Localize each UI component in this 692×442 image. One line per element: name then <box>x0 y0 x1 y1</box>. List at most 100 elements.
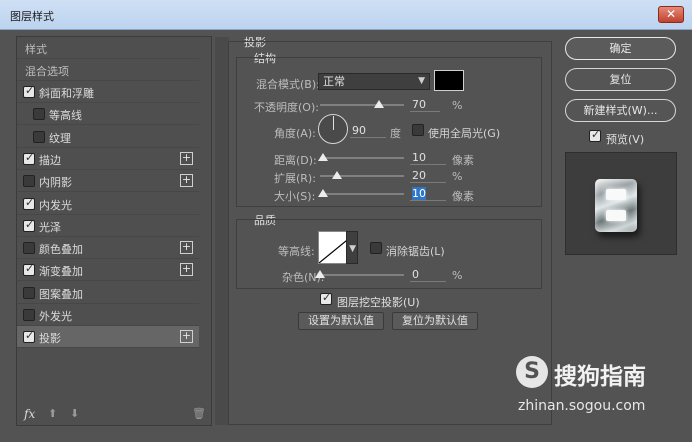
shadow-color-swatch[interactable] <box>434 70 464 91</box>
preview-label: 预览(V) <box>606 133 645 146</box>
title-bar: 图层样式 ✕ <box>0 0 692 30</box>
style-item-label: 光泽 <box>39 220 61 234</box>
noise-unit: % <box>452 269 463 282</box>
preview-checkbox[interactable] <box>589 128 601 142</box>
spread-label: 扩展(R): <box>274 172 316 185</box>
style-item-checkbox[interactable] <box>33 130 45 143</box>
style-item[interactable]: 描边 + <box>17 148 199 170</box>
distance-slider-thumb[interactable] <box>318 153 329 161</box>
style-item-checkbox[interactable] <box>33 108 45 121</box>
style-item-label: 外发光 <box>39 310 72 323</box>
opacity-input[interactable]: 70 <box>410 98 440 112</box>
distance-slider[interactable] <box>320 157 404 159</box>
global-light-label: 使用全局光(G) <box>428 127 501 140</box>
angle-label: 角度(A): <box>274 127 316 140</box>
reset-button[interactable]: 复位 <box>565 68 676 91</box>
move-down-icon[interactable]: ⬇ <box>70 407 79 420</box>
size-unit: 像素 <box>452 190 474 203</box>
style-item-label: 内阴影 <box>39 176 72 190</box>
new-style-button[interactable]: 新建样式(W)... <box>565 99 676 122</box>
chevron-down-icon: ▼ <box>349 244 356 254</box>
style-item-label: 渐变叠加 <box>39 265 83 279</box>
style-preview <box>565 152 677 255</box>
opacity-unit: % <box>452 99 463 112</box>
add-icon[interactable]: + <box>180 330 193 344</box>
window-title: 图层样式 <box>10 10 54 23</box>
styles-list: 样式 混合选项 斜面和浮雕等高线纹理描边 + 内阴影 + 内发光光泽颜色叠加 + 渐变叠加 +… <box>16 36 229 426</box>
spread-slider-thumb[interactable] <box>331 171 342 179</box>
style-item[interactable]: 内阴影 + <box>17 170 199 193</box>
watermark: S 搜狗指南 zhinan.sogou.com <box>512 354 682 424</box>
sogou-logo-icon: S <box>516 356 548 388</box>
style-item[interactable]: 内发光 <box>17 193 199 215</box>
style-item-label: 投影 <box>39 332 61 346</box>
style-item[interactable]: 渐变叠加 + <box>17 259 199 282</box>
noise-slider[interactable] <box>320 274 404 276</box>
style-item-checkbox[interactable] <box>23 286 35 299</box>
move-up-icon[interactable]: ⬆ <box>48 407 57 420</box>
add-icon[interactable]: + <box>180 241 193 255</box>
noise-slider-thumb[interactable] <box>315 270 325 278</box>
styles-list-scrollbar[interactable] <box>215 37 229 425</box>
add-icon[interactable]: + <box>180 263 193 277</box>
opacity-label: 不透明度(O): <box>254 101 319 114</box>
contour-dropdown[interactable]: ▼ <box>346 231 358 264</box>
style-item-checkbox[interactable] <box>23 309 35 321</box>
style-item[interactable]: 图案叠加 <box>17 282 199 304</box>
fx-button[interactable]: fx <box>24 407 35 421</box>
antialias-label: 消除锯齿(L) <box>386 245 445 258</box>
ok-button[interactable]: 确定 <box>565 37 676 60</box>
add-icon[interactable]: + <box>180 174 193 188</box>
angle-unit: 度 <box>390 127 401 140</box>
delete-icon[interactable]: 🗑 <box>192 407 206 420</box>
contour-label: 等高线: <box>278 245 315 258</box>
style-item[interactable]: 等高线 <box>17 103 199 126</box>
style-item-checkbox[interactable] <box>23 84 35 98</box>
antialias-checkbox[interactable] <box>370 242 382 254</box>
style-item-checkbox[interactable] <box>23 151 35 165</box>
style-item-checkbox[interactable] <box>23 175 35 188</box>
style-item-checkbox[interactable] <box>23 262 35 277</box>
angle-input[interactable]: 90 <box>350 124 386 138</box>
distance-unit: 像素 <box>452 154 474 167</box>
distance-label: 距离(D): <box>274 154 317 167</box>
style-item-checkbox[interactable] <box>23 218 35 232</box>
size-input-value: 10 <box>412 187 426 200</box>
blend-mode-label: 混合模式(B): <box>256 78 320 91</box>
opacity-slider-thumb[interactable] <box>373 100 384 108</box>
style-item-checkbox[interactable] <box>23 242 35 255</box>
global-light-checkbox[interactable] <box>412 124 424 136</box>
spread-input[interactable]: 20 <box>410 169 446 183</box>
style-item[interactable]: 颜色叠加 + <box>17 237 199 260</box>
style-item-label: 斜面和浮雕 <box>39 87 94 100</box>
spread-unit: % <box>452 170 463 183</box>
style-item-label: 颜色叠加 <box>39 243 83 257</box>
set-default-button[interactable]: 设置为默认值 <box>298 312 384 330</box>
knockout-checkbox[interactable] <box>320 291 332 305</box>
opacity-slider[interactable] <box>320 104 404 106</box>
close-button[interactable]: ✕ <box>658 6 684 23</box>
style-item-checkbox[interactable] <box>23 329 35 344</box>
noise-input[interactable]: 0 <box>410 268 446 282</box>
style-item-label: 内发光 <box>39 198 72 212</box>
size-slider[interactable] <box>320 193 404 195</box>
size-slider-thumb[interactable] <box>318 189 329 197</box>
style-item-checkbox[interactable] <box>23 196 35 210</box>
style-item-label: 图案叠加 <box>39 287 83 301</box>
angle-dial[interactable] <box>318 114 348 144</box>
style-item[interactable]: 斜面和浮雕 <box>17 81 199 103</box>
style-item[interactable]: 纹理 <box>17 126 199 148</box>
size-input[interactable]: 10 <box>410 187 446 201</box>
add-icon[interactable]: + <box>180 151 193 165</box>
style-item[interactable]: 投影 + <box>17 326 199 349</box>
watermark-brand: 搜狗指南 <box>554 364 646 390</box>
reset-default-button[interactable]: 复位为默认值 <box>392 312 478 330</box>
styles-list-footer: fx ⬆ ⬇ 🗑 <box>16 404 212 426</box>
blend-options-item[interactable]: 混合选项 <box>17 59 199 81</box>
distance-input[interactable]: 10 <box>410 151 446 165</box>
styles-header-label: 样式 <box>25 43 47 56</box>
blend-mode-select[interactable]: 正常 ▼ <box>318 73 430 90</box>
style-item[interactable]: 光泽 <box>17 215 199 237</box>
style-item[interactable]: 外发光 <box>17 304 199 326</box>
styles-header[interactable]: 样式 <box>17 37 199 59</box>
